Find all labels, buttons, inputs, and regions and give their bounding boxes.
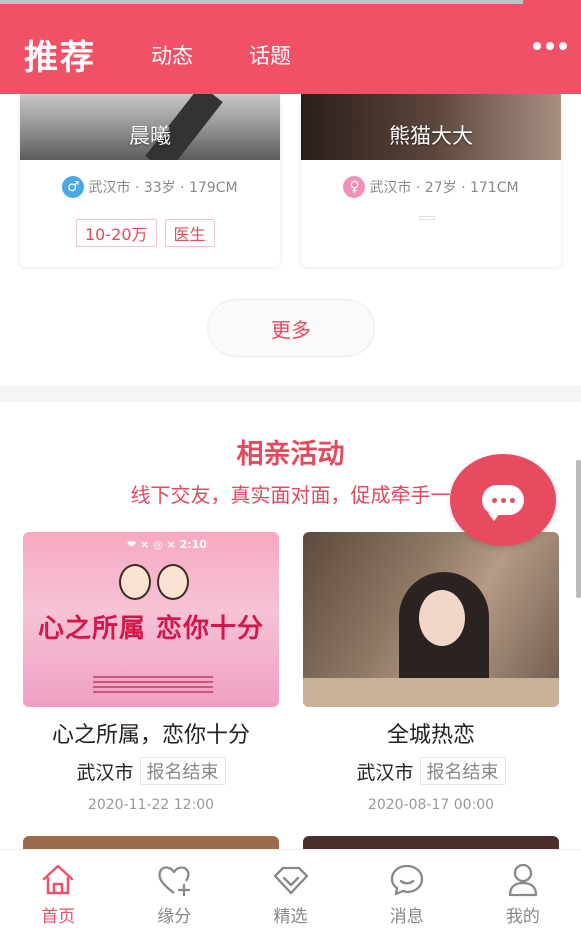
- heart-plus-icon: [158, 866, 191, 897]
- event-meta: 武汉市 报名结束: [23, 757, 279, 785]
- event-status-badge: 报名结束: [139, 757, 226, 785]
- diamond-icon: [273, 866, 308, 895]
- event-image: ❤ × ◎ × 2:10 心之所属 恋你十分: [23, 532, 279, 707]
- profile-info: ♀ 武汉市 · 27岁 · 171CM: [301, 176, 561, 198]
- event-card-peek[interactable]: [303, 836, 559, 849]
- nav-messages[interactable]: 消息: [349, 850, 465, 929]
- bottom-nav: 首页 缘分 精选 消息 我的: [0, 849, 581, 929]
- nav-fate[interactable]: 缘分: [116, 850, 232, 929]
- event-banner-text: 心之所属 恋你十分: [37, 614, 265, 644]
- more-button[interactable]: 更多: [207, 299, 375, 357]
- status-strip: [0, 0, 523, 4]
- profile-info: ♂ 武汉市 · 33岁 · 179CM: [20, 176, 280, 198]
- tab-recommend[interactable]: 推荐: [24, 30, 96, 79]
- profile-name: 晨曦: [129, 124, 171, 148]
- profile-info-text: 武汉市 · 33岁 · 179CM: [88, 180, 238, 196]
- profile-info-text: 武汉市 · 27岁 · 171CM: [369, 180, 519, 196]
- profile-name: 熊猫大大: [389, 124, 473, 148]
- chat-bubble-icon: [482, 485, 524, 521]
- more-dots-icon[interactable]: [533, 42, 567, 50]
- empty-tag-placeholder: [419, 216, 435, 220]
- nav-label: 缘分: [157, 907, 192, 927]
- female-icon: ♀: [343, 176, 366, 198]
- section-divider: [0, 386, 581, 402]
- event-title: 心之所属，恋你十分: [51, 723, 250, 748]
- male-icon: ♂: [62, 176, 85, 198]
- event-city: 武汉市: [76, 761, 134, 784]
- nav-label: 我的: [505, 907, 540, 927]
- nav-label: 精选: [273, 907, 308, 927]
- nav-home[interactable]: 首页: [0, 850, 116, 929]
- top-header: 推荐 动态 话题: [0, 0, 581, 94]
- event-card[interactable]: 全城热恋 武汉市 报名结束 2020-08-17 00:00: [303, 532, 559, 813]
- profile-card[interactable]: 熊猫大大 ♀ 武汉市 · 27岁 · 171CM: [301, 94, 561, 267]
- nav-label: 首页: [41, 907, 76, 927]
- income-tag: 10-20万: [76, 219, 157, 247]
- event-date: 2020-11-22 12:00: [87, 797, 215, 813]
- tab-topics[interactable]: 话题: [249, 40, 291, 70]
- event-status-badge: 报名结束: [419, 757, 506, 785]
- event-card[interactable]: ❤ × ◎ × 2:10 心之所属 恋你十分 心之所属，恋你十分 武汉市 报名结…: [23, 532, 279, 813]
- scrollbar[interactable]: [576, 460, 581, 598]
- event-city: 武汉市: [356, 761, 414, 784]
- occupation-tag: 医生: [164, 219, 215, 247]
- event-meta: 武汉市 报名结束: [303, 757, 559, 785]
- event-date: 2020-08-17 00:00: [367, 797, 495, 813]
- chat-icon: [390, 864, 423, 896]
- event-title: 全城热恋: [386, 723, 475, 748]
- nav-featured[interactable]: 精选: [232, 850, 348, 929]
- user-icon: [508, 863, 538, 897]
- profile-card[interactable]: 晨曦 ♂ 武汉市 · 33岁 · 179CM 10-20万 医生: [20, 94, 280, 267]
- home-icon: [42, 864, 74, 895]
- nav-me[interactable]: 我的: [465, 850, 581, 929]
- main-content: 晨曦 ♂ 武汉市 · 33岁 · 179CM 10-20万 医生 熊猫大大 ♀ …: [0, 94, 581, 849]
- tab-moments[interactable]: 动态: [151, 40, 193, 70]
- nav-label: 消息: [389, 907, 424, 927]
- chat-fab-button[interactable]: [450, 454, 556, 546]
- event-image: [303, 532, 559, 707]
- event-card-peek[interactable]: [23, 836, 279, 849]
- profile-tags: 10-20万 医生: [76, 219, 215, 247]
